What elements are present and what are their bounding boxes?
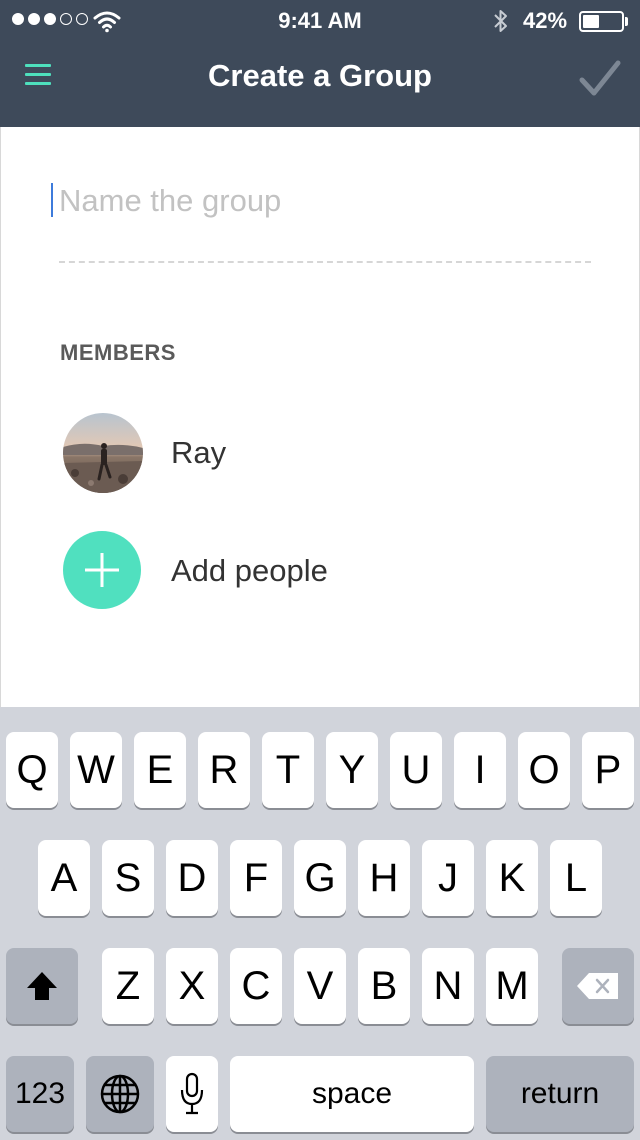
text-cursor: [51, 183, 53, 217]
member-name: Ray: [171, 435, 227, 470]
key-a[interactable]: A: [38, 840, 90, 916]
key-f[interactable]: F: [230, 840, 282, 916]
key-b[interactable]: B: [358, 948, 410, 1024]
key-t[interactable]: T: [262, 732, 314, 808]
key-w[interactable]: W: [70, 732, 122, 808]
plus-icon: [63, 531, 141, 609]
avatar: [63, 413, 143, 493]
app-header: 9:41 AM 42% Create a Group: [0, 0, 640, 127]
microphone-icon: [180, 1072, 204, 1115]
key-m[interactable]: M: [486, 948, 538, 1024]
key-y[interactable]: Y: [326, 732, 378, 808]
globe-key[interactable]: [86, 1056, 154, 1132]
key-n[interactable]: N: [422, 948, 474, 1024]
key-v[interactable]: V: [294, 948, 346, 1024]
key-x[interactable]: X: [166, 948, 218, 1024]
key-o[interactable]: O: [518, 732, 570, 808]
member-row[interactable]: Ray: [63, 413, 513, 495]
key-c[interactable]: C: [230, 948, 282, 1024]
globe-icon: [100, 1074, 140, 1114]
battery-level: [583, 15, 599, 28]
add-people-label: Add people: [171, 553, 328, 588]
space-key[interactable]: space: [230, 1056, 474, 1132]
create-group-form: MEMBERS: [0, 127, 640, 707]
key-u[interactable]: U: [390, 732, 442, 808]
key-d[interactable]: D: [166, 840, 218, 916]
battery-percent: 42%: [523, 8, 568, 33]
dictation-key[interactable]: [166, 1056, 218, 1132]
key-z[interactable]: Z: [102, 948, 154, 1024]
key-r[interactable]: R: [198, 732, 250, 808]
bluetooth-icon: [494, 10, 507, 32]
key-e[interactable]: E: [134, 732, 186, 808]
key-i[interactable]: I: [454, 732, 506, 808]
page-title: Create a Group: [208, 58, 432, 93]
numbers-key[interactable]: 123: [6, 1056, 74, 1132]
members-heading: MEMBERS: [60, 340, 176, 365]
add-people-button[interactable]: Add people: [63, 531, 513, 613]
key-q[interactable]: Q: [6, 732, 58, 808]
shift-icon: [27, 972, 57, 1000]
group-name-input[interactable]: [51, 181, 591, 221]
key-p[interactable]: P: [582, 732, 634, 808]
key-s[interactable]: S: [102, 840, 154, 916]
key-h[interactable]: H: [358, 840, 410, 916]
input-underline: [59, 261, 591, 263]
key-l[interactable]: L: [550, 840, 602, 916]
return-key[interactable]: return: [486, 1056, 634, 1132]
battery-icon: [579, 11, 624, 32]
delete-key[interactable]: [562, 948, 634, 1024]
battery-tip: [625, 17, 628, 26]
delete-icon: [577, 973, 618, 999]
key-k[interactable]: K: [486, 840, 538, 916]
keyboard: QWERTYUIOP ASDFGHJKL ZXCVBNM 123 space r…: [0, 707, 640, 1140]
checkmark-icon[interactable]: [576, 56, 624, 100]
key-j[interactable]: J: [422, 840, 474, 916]
shift-key[interactable]: [6, 948, 78, 1024]
status-bar: 9:41 AM 42%: [0, 0, 640, 40]
key-g[interactable]: G: [294, 840, 346, 916]
